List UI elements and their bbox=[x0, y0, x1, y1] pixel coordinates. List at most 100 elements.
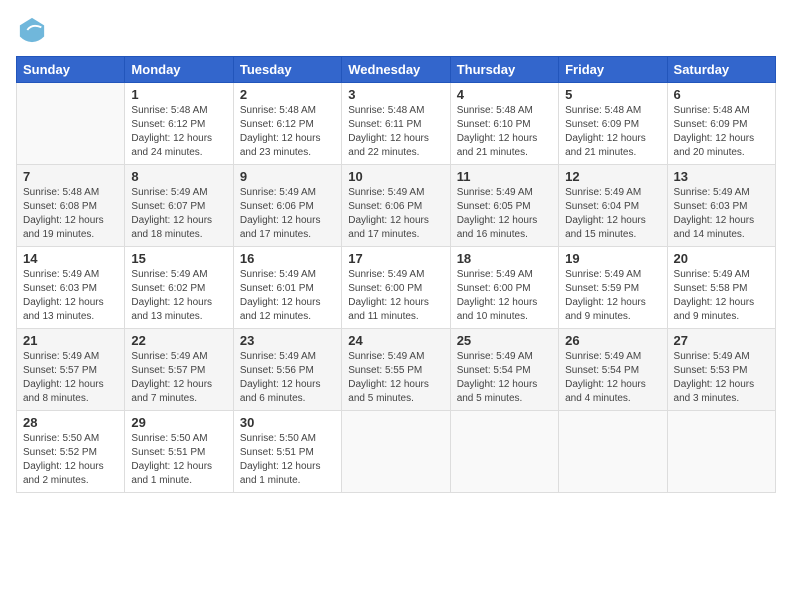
day-number: 22 bbox=[131, 333, 226, 348]
day-number: 19 bbox=[565, 251, 660, 266]
header-monday: Monday bbox=[125, 57, 233, 83]
calendar-day: 10 Sunrise: 5:49 AMSunset: 6:06 PMDayligh… bbox=[342, 165, 450, 247]
day-info: Sunrise: 5:49 AMSunset: 6:00 PMDaylight:… bbox=[457, 268, 552, 324]
day-info: Sunrise: 5:48 AMSunset: 6:08 PMDaylight:… bbox=[23, 186, 118, 242]
day-info: Sunrise: 5:49 AMSunset: 6:07 PMDaylight:… bbox=[131, 186, 226, 242]
calendar-header-row: SundayMondayTuesdayWednesdayThursdayFrid… bbox=[17, 57, 776, 83]
day-number: 30 bbox=[240, 415, 335, 430]
day-number: 18 bbox=[457, 251, 552, 266]
day-number: 7 bbox=[23, 169, 118, 184]
calendar-day: 22 Sunrise: 5:49 AMSunset: 5:57 PMDayligh… bbox=[125, 329, 233, 411]
day-number: 4 bbox=[457, 87, 552, 102]
calendar-week-5: 28 Sunrise: 5:50 AMSunset: 5:52 PMDayligh… bbox=[17, 411, 776, 493]
day-info: Sunrise: 5:49 AMSunset: 5:56 PMDaylight:… bbox=[240, 350, 335, 406]
day-info: Sunrise: 5:48 AMSunset: 6:12 PMDaylight:… bbox=[131, 104, 226, 160]
day-info: Sunrise: 5:49 AMSunset: 5:59 PMDaylight:… bbox=[565, 268, 660, 324]
day-number: 29 bbox=[131, 415, 226, 430]
day-info: Sunrise: 5:49 AMSunset: 5:58 PMDaylight:… bbox=[674, 268, 769, 324]
calendar-day bbox=[667, 411, 775, 493]
day-number: 24 bbox=[348, 333, 443, 348]
calendar-table: SundayMondayTuesdayWednesdayThursdayFrid… bbox=[16, 56, 776, 493]
day-info: Sunrise: 5:49 AMSunset: 5:54 PMDaylight:… bbox=[565, 350, 660, 406]
day-info: Sunrise: 5:49 AMSunset: 5:55 PMDaylight:… bbox=[348, 350, 443, 406]
day-info: Sunrise: 5:49 AMSunset: 6:02 PMDaylight:… bbox=[131, 268, 226, 324]
calendar-day: 19 Sunrise: 5:49 AMSunset: 5:59 PMDayligh… bbox=[559, 247, 667, 329]
calendar-day: 27 Sunrise: 5:49 AMSunset: 5:53 PMDayligh… bbox=[667, 329, 775, 411]
calendar-day: 25 Sunrise: 5:49 AMSunset: 5:54 PMDayligh… bbox=[450, 329, 558, 411]
day-number: 20 bbox=[674, 251, 769, 266]
day-number: 27 bbox=[674, 333, 769, 348]
calendar-day: 7 Sunrise: 5:48 AMSunset: 6:08 PMDaylight… bbox=[17, 165, 125, 247]
header-friday: Friday bbox=[559, 57, 667, 83]
calendar-week-3: 14 Sunrise: 5:49 AMSunset: 6:03 PMDayligh… bbox=[17, 247, 776, 329]
calendar-day: 18 Sunrise: 5:49 AMSunset: 6:00 PMDayligh… bbox=[450, 247, 558, 329]
day-info: Sunrise: 5:49 AMSunset: 5:54 PMDaylight:… bbox=[457, 350, 552, 406]
calendar-day: 11Sunrise: 5:49 AMSunset: 6:05 PMDayligh… bbox=[450, 165, 558, 247]
day-number: 14 bbox=[23, 251, 118, 266]
calendar-day bbox=[559, 411, 667, 493]
day-number: 17 bbox=[348, 251, 443, 266]
day-info: Sunrise: 5:50 AMSunset: 5:52 PMDaylight:… bbox=[23, 432, 118, 488]
day-info: Sunrise: 5:49 AMSunset: 5:57 PMDaylight:… bbox=[131, 350, 226, 406]
calendar-day bbox=[17, 83, 125, 165]
calendar-day: 8 Sunrise: 5:49 AMSunset: 6:07 PMDaylight… bbox=[125, 165, 233, 247]
calendar-day: 24 Sunrise: 5:49 AMSunset: 5:55 PMDayligh… bbox=[342, 329, 450, 411]
calendar-day: 29Sunrise: 5:50 AMSunset: 5:51 PMDayligh… bbox=[125, 411, 233, 493]
calendar-day: 4 Sunrise: 5:48 AMSunset: 6:10 PMDaylight… bbox=[450, 83, 558, 165]
day-number: 16 bbox=[240, 251, 335, 266]
day-info: Sunrise: 5:48 AMSunset: 6:09 PMDaylight:… bbox=[565, 104, 660, 160]
logo-icon bbox=[18, 16, 46, 44]
day-number: 9 bbox=[240, 169, 335, 184]
calendar-day: 30Sunrise: 5:50 AMSunset: 5:51 PMDayligh… bbox=[233, 411, 341, 493]
day-number: 25 bbox=[457, 333, 552, 348]
calendar-day: 14 Sunrise: 5:49 AMSunset: 6:03 PMDayligh… bbox=[17, 247, 125, 329]
calendar-day: 9 Sunrise: 5:49 AMSunset: 6:06 PMDaylight… bbox=[233, 165, 341, 247]
calendar-day: 3 Sunrise: 5:48 AMSunset: 6:11 PMDaylight… bbox=[342, 83, 450, 165]
day-info: Sunrise: 5:48 AMSunset: 6:12 PMDaylight:… bbox=[240, 104, 335, 160]
calendar-week-4: 21 Sunrise: 5:49 AMSunset: 5:57 PMDayligh… bbox=[17, 329, 776, 411]
header-tuesday: Tuesday bbox=[233, 57, 341, 83]
header-thursday: Thursday bbox=[450, 57, 558, 83]
day-number: 12 bbox=[565, 169, 660, 184]
calendar-day: 2 Sunrise: 5:48 AMSunset: 6:12 PMDaylight… bbox=[233, 83, 341, 165]
day-info: Sunrise: 5:49 AMSunset: 6:00 PMDaylight:… bbox=[348, 268, 443, 324]
day-info: Sunrise: 5:48 AMSunset: 6:09 PMDaylight:… bbox=[674, 104, 769, 160]
calendar-day: 26 Sunrise: 5:49 AMSunset: 5:54 PMDayligh… bbox=[559, 329, 667, 411]
day-info: Sunrise: 5:48 AMSunset: 6:10 PMDaylight:… bbox=[457, 104, 552, 160]
calendar-day: 21 Sunrise: 5:49 AMSunset: 5:57 PMDayligh… bbox=[17, 329, 125, 411]
day-info: Sunrise: 5:48 AMSunset: 6:11 PMDaylight:… bbox=[348, 104, 443, 160]
day-number: 10 bbox=[348, 169, 443, 184]
day-number: 3 bbox=[348, 87, 443, 102]
calendar-day bbox=[342, 411, 450, 493]
day-info: Sunrise: 5:49 AMSunset: 6:04 PMDaylight:… bbox=[565, 186, 660, 242]
day-number: 2 bbox=[240, 87, 335, 102]
header-sunday: Sunday bbox=[17, 57, 125, 83]
day-number: 21 bbox=[23, 333, 118, 348]
calendar-day: 23 Sunrise: 5:49 AMSunset: 5:56 PMDayligh… bbox=[233, 329, 341, 411]
day-number: 1 bbox=[131, 87, 226, 102]
calendar-day: 17 Sunrise: 5:49 AMSunset: 6:00 PMDayligh… bbox=[342, 247, 450, 329]
calendar-day: 15Sunrise: 5:49 AMSunset: 6:02 PMDayligh… bbox=[125, 247, 233, 329]
day-info: Sunrise: 5:49 AMSunset: 6:05 PMDaylight:… bbox=[457, 186, 552, 242]
header-saturday: Saturday bbox=[667, 57, 775, 83]
day-number: 5 bbox=[565, 87, 660, 102]
day-info: Sunrise: 5:49 AMSunset: 6:06 PMDaylight:… bbox=[348, 186, 443, 242]
calendar-day: 13Sunrise: 5:49 AMSunset: 6:03 PMDayligh… bbox=[667, 165, 775, 247]
calendar-week-2: 7 Sunrise: 5:48 AMSunset: 6:08 PMDaylight… bbox=[17, 165, 776, 247]
day-info: Sunrise: 5:49 AMSunset: 5:53 PMDaylight:… bbox=[674, 350, 769, 406]
day-info: Sunrise: 5:49 AMSunset: 6:01 PMDaylight:… bbox=[240, 268, 335, 324]
page-header bbox=[16, 16, 776, 44]
day-info: Sunrise: 5:49 AMSunset: 6:06 PMDaylight:… bbox=[240, 186, 335, 242]
day-info: Sunrise: 5:49 AMSunset: 5:57 PMDaylight:… bbox=[23, 350, 118, 406]
day-number: 26 bbox=[565, 333, 660, 348]
calendar-day: 6Sunrise: 5:48 AMSunset: 6:09 PMDaylight… bbox=[667, 83, 775, 165]
calendar-day bbox=[450, 411, 558, 493]
day-number: 28 bbox=[23, 415, 118, 430]
day-info: Sunrise: 5:49 AMSunset: 6:03 PMDaylight:… bbox=[23, 268, 118, 324]
calendar-week-1: 1 Sunrise: 5:48 AMSunset: 6:12 PMDaylight… bbox=[17, 83, 776, 165]
calendar-day: 5 Sunrise: 5:48 AMSunset: 6:09 PMDaylight… bbox=[559, 83, 667, 165]
day-info: Sunrise: 5:49 AMSunset: 6:03 PMDaylight:… bbox=[674, 186, 769, 242]
day-number: 23 bbox=[240, 333, 335, 348]
logo bbox=[16, 16, 46, 44]
day-number: 8 bbox=[131, 169, 226, 184]
